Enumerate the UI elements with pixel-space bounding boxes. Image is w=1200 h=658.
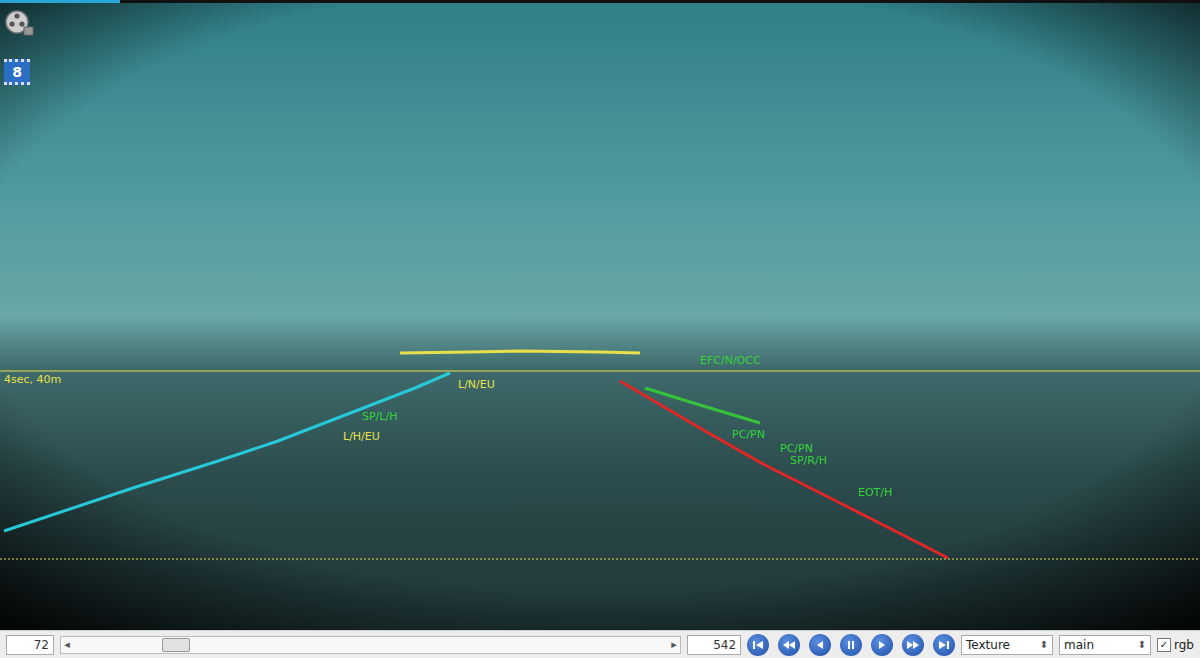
control-bar: 72◂▸542Texture⬍main⬍✓rgb bbox=[0, 630, 1200, 658]
scroll-right-icon[interactable]: ▸ bbox=[668, 638, 680, 651]
end-frame-field[interactable]: 542 bbox=[687, 635, 741, 655]
lane-label: L/H/EU bbox=[343, 431, 380, 443]
lane-label: SP/R/H bbox=[790, 455, 827, 467]
pause-button[interactable] bbox=[840, 634, 862, 656]
slider-thumb[interactable] bbox=[162, 638, 190, 652]
lane-line bbox=[620, 381, 948, 558]
lane-label: PC/PN bbox=[732, 429, 765, 441]
scroll-left-icon[interactable]: ◂ bbox=[61, 638, 73, 651]
lane-line bbox=[4, 373, 450, 531]
rewind-icon bbox=[782, 638, 796, 652]
last-icon bbox=[937, 638, 951, 652]
checkbox-box[interactable]: ✓ bbox=[1157, 638, 1171, 652]
back-icon bbox=[813, 638, 827, 652]
forward-icon bbox=[906, 638, 920, 652]
film-reel-icon[interactable] bbox=[4, 7, 34, 37]
horizon-label: 4sec, 40m bbox=[4, 374, 61, 386]
rewind-button[interactable] bbox=[778, 634, 800, 656]
lane-label: EOT/H bbox=[858, 487, 892, 499]
forward-button[interactable] bbox=[902, 634, 924, 656]
back-button[interactable] bbox=[809, 634, 831, 656]
lane-overlay bbox=[0, 3, 1200, 630]
near-line bbox=[0, 559, 1200, 560]
rgb-checkbox[interactable]: ✓rgb bbox=[1157, 638, 1194, 652]
lane-label: SP/L/H bbox=[362, 411, 397, 423]
view-select[interactable]: main⬍ bbox=[1059, 635, 1151, 655]
play-icon bbox=[875, 638, 889, 652]
lane-label: PC/PN bbox=[780, 443, 813, 455]
horizon-line bbox=[0, 371, 1200, 372]
lane-label: L/N/EU bbox=[458, 379, 495, 391]
dropdown-icon: ⬍ bbox=[1040, 639, 1048, 650]
last-button[interactable] bbox=[933, 634, 955, 656]
lane-label: EFC/N/OCC bbox=[700, 355, 761, 367]
video-viewer: 4sec, 40m SP/L/H L/H/EU L/N/EU EFC/N/OCC PC/P… bbox=[0, 0, 1200, 658]
video-frame: 4sec, 40m SP/L/H L/H/EU L/N/EU EFC/N/OCC PC/P… bbox=[0, 3, 1200, 630]
first-button[interactable] bbox=[747, 634, 769, 656]
play-button[interactable] bbox=[871, 634, 893, 656]
lane-line bbox=[400, 351, 640, 353]
dropdown-icon: ⬍ bbox=[1138, 639, 1146, 650]
pause-icon bbox=[844, 638, 858, 652]
frame-badge[interactable]: 8 bbox=[4, 59, 30, 85]
start-frame-field[interactable]: 72 bbox=[6, 635, 54, 655]
frame-slider[interactable]: ◂▸ bbox=[60, 636, 681, 654]
first-icon bbox=[751, 638, 765, 652]
render-mode-select[interactable]: Texture⬍ bbox=[961, 635, 1053, 655]
lane-line bbox=[645, 388, 760, 423]
